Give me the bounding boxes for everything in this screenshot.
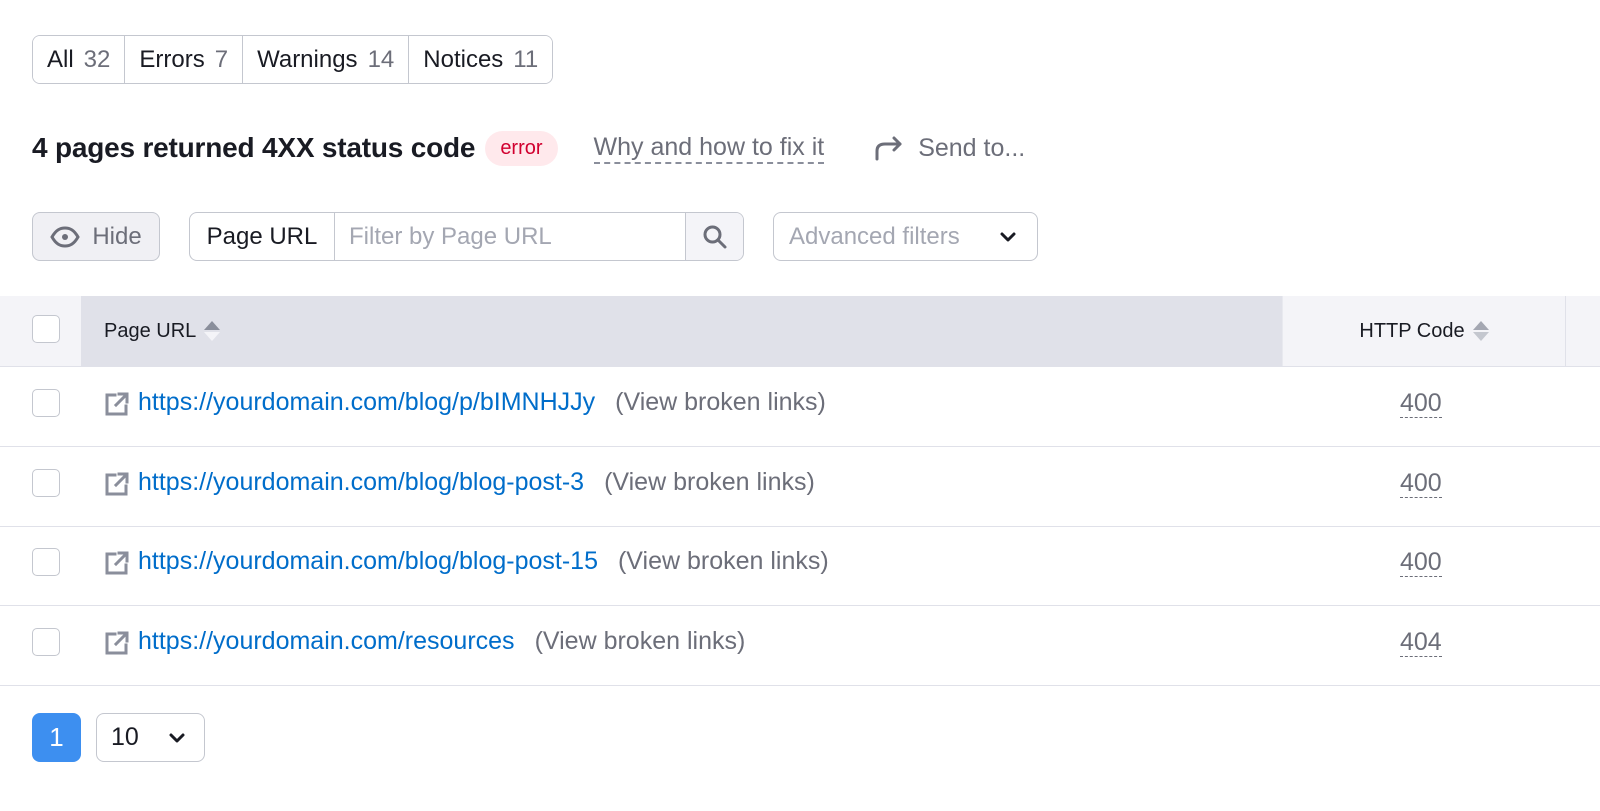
share-arrow-icon xyxy=(875,136,902,161)
advanced-filters-label: Advanced filters xyxy=(789,222,960,250)
hide-button[interactable]: Hide xyxy=(32,212,160,261)
column-header-label: HTTP Code xyxy=(1359,319,1465,342)
header-checkbox-cell xyxy=(0,296,81,366)
tab-all[interactable]: All 32 xyxy=(33,36,126,83)
tab-notices[interactable]: Notices 11 xyxy=(409,36,553,83)
column-header-page-url[interactable]: Page URL xyxy=(81,296,1282,366)
page-url-link[interactable]: https://yourdomain.com/blog/p/bIMNHJJy xyxy=(138,388,595,416)
tab-label: Notices xyxy=(423,45,504,73)
send-to-button[interactable]: Send to... xyxy=(874,134,1025,163)
advanced-filters-dropdown[interactable]: Advanced filters xyxy=(773,212,1038,261)
row-checkbox[interactable] xyxy=(32,627,60,656)
chevron-down-icon xyxy=(169,733,185,743)
page-url-search-input[interactable] xyxy=(335,213,685,260)
tab-errors[interactable]: Errors 7 xyxy=(125,36,244,83)
column-header-http-code[interactable]: HTTP Code xyxy=(1282,296,1566,366)
select-all-checkbox[interactable] xyxy=(32,315,60,343)
http-code-value[interactable]: 400 xyxy=(1400,548,1442,577)
page-url-link[interactable]: https://yourdomain.com/resources xyxy=(138,627,515,655)
per-page-value: 10 xyxy=(111,723,139,751)
error-badge: error xyxy=(485,130,558,166)
hide-label: Hide xyxy=(92,222,142,250)
external-link-icon[interactable] xyxy=(104,391,130,417)
tab-count: 32 xyxy=(83,45,111,73)
filter-field-label: Page URL xyxy=(190,213,335,260)
tab-count: 11 xyxy=(513,45,539,73)
sort-icon xyxy=(204,321,221,341)
table-row: https://yourdomain.com/blog/blog-post-15… xyxy=(0,526,1600,606)
page-url-link[interactable]: https://yourdomain.com/blog/blog-post-15 xyxy=(138,547,598,575)
tab-count: 7 xyxy=(214,45,229,73)
row-checkbox[interactable] xyxy=(32,548,60,576)
view-broken-links-link[interactable]: (View broken links) xyxy=(615,388,826,416)
chevron-down-icon xyxy=(1000,232,1016,242)
tab-count: 14 xyxy=(367,45,395,73)
table-header: Page URL HTTP Code xyxy=(0,296,1600,367)
tab-label: Warnings xyxy=(257,45,358,73)
view-broken-links-link[interactable]: (View broken links) xyxy=(535,627,746,655)
issue-header: 4 pages returned 4XX status code error W… xyxy=(32,128,1025,168)
page-1-button[interactable]: 1 xyxy=(32,713,81,762)
search-icon xyxy=(703,225,726,248)
eye-icon xyxy=(50,225,81,248)
issue-type-tabs: All 32 Errors 7 Warnings 14 Notices 11 xyxy=(32,35,554,84)
column-header-label: Page URL xyxy=(104,319,197,342)
table-row: https://yourdomain.com/blog/p/bIMNHJJy (V… xyxy=(0,367,1600,447)
sort-icon xyxy=(1472,321,1489,341)
page-url-link[interactable]: https://yourdomain.com/blog/blog-post-3 xyxy=(138,468,584,496)
search-button[interactable] xyxy=(685,213,743,260)
http-code-value[interactable]: 400 xyxy=(1400,469,1442,498)
row-checkbox[interactable] xyxy=(32,389,60,417)
row-checkbox[interactable] xyxy=(32,468,60,497)
view-broken-links-link[interactable]: (View broken links) xyxy=(604,468,815,496)
per-page-select[interactable]: 10 xyxy=(96,713,205,762)
external-link-icon[interactable] xyxy=(104,471,130,497)
page-url-filter: Page URL xyxy=(189,212,744,261)
external-link-icon[interactable] xyxy=(104,550,130,576)
issue-title: 4 pages returned 4XX status code xyxy=(32,132,476,163)
table-row: https://yourdomain.com/blog/blog-post-3 (… xyxy=(0,447,1600,527)
tab-label: Errors xyxy=(139,45,205,73)
view-broken-links-link[interactable]: (View broken links) xyxy=(618,547,829,575)
tab-label: All xyxy=(47,45,74,73)
table-row: https://yourdomain.com/resources (View br… xyxy=(0,606,1600,686)
http-code-value[interactable]: 404 xyxy=(1400,628,1442,657)
why-and-how-to-fix-link[interactable]: Why and how to fix it xyxy=(593,132,825,164)
tab-warnings[interactable]: Warnings 14 xyxy=(243,36,410,83)
send-to-label: Send to... xyxy=(918,133,1026,162)
external-link-icon[interactable] xyxy=(104,630,130,656)
http-code-value[interactable]: 400 xyxy=(1400,389,1442,418)
